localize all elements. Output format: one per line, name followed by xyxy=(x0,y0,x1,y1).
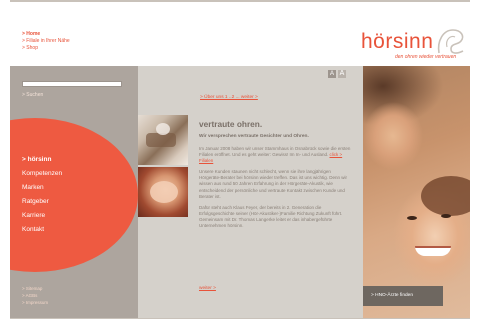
thumbnail-image-face xyxy=(138,167,188,217)
nav-item-ratgeber[interactable]: Ratgeber xyxy=(22,195,62,209)
font-size-large-button[interactable]: A xyxy=(338,70,346,78)
nav-item-kompetenzen[interactable]: Kompetenzen xyxy=(22,167,62,181)
top-rule xyxy=(10,0,470,2)
footer-impressum-link[interactable]: > Impressum xyxy=(22,299,48,306)
paragraph-3: Dafür steht auch Klaus Feyer, der bereit… xyxy=(199,204,343,229)
top-nav: > Home > Filiale in Ihrer Nähe > Shop xyxy=(22,31,70,52)
font-size-small-button[interactable]: A xyxy=(328,70,336,78)
sidebar: > Suchen > hörsinn Kompetenzen Marken Ra… xyxy=(10,66,138,318)
pager-link[interactable]: > Über uns 1 ..2 ... weiter > xyxy=(200,95,258,100)
promo-panel: > HNO-Ärzte finden xyxy=(363,66,470,318)
logo-tagline: den ohren wieder vertrauen xyxy=(395,54,457,60)
couple-photo xyxy=(363,66,470,318)
nav-item-marken[interactable]: Marken xyxy=(22,181,62,195)
logo-ear-mark-icon xyxy=(437,29,464,54)
bottom-rule xyxy=(10,318,470,319)
hno-finder-button[interactable]: > HNO-Ärzte finden xyxy=(363,286,443,306)
content-area: A A > Über uns 1 ..2 ... weiter > vertra… xyxy=(138,66,363,318)
paragraph-1: Im Januar 2008 haben wir unser Stammhaus… xyxy=(199,146,351,164)
footer-sitemap-link[interactable]: > Sitemap xyxy=(22,285,48,292)
footer-nav: > Sitemap > AGBs > Impressum xyxy=(22,285,48,306)
nav-item-hoersinn[interactable]: > hörsinn xyxy=(22,153,62,167)
logo[interactable]: hörsinn den ohren wieder vertrauen xyxy=(355,27,471,61)
article: vertraute ohren. Wir versprechen vertrau… xyxy=(199,119,351,234)
page-subtitle: Wir versprechen vertraute Gesichter und … xyxy=(199,134,309,139)
topnav-home-link[interactable]: > Home xyxy=(22,31,70,38)
nav-item-kontakt[interactable]: Kontakt xyxy=(22,223,62,237)
weiter-link[interactable]: weiter > xyxy=(199,286,216,291)
search-link[interactable]: > Suchen xyxy=(22,92,43,98)
search-input[interactable] xyxy=(22,81,122,87)
paragraph-2: Unsere Kunden staunen nicht schlecht, we… xyxy=(199,169,347,199)
main-nav: > hörsinn Kompetenzen Marken Ratgeber Ka… xyxy=(22,153,62,237)
thumbnail-image-room xyxy=(138,115,188,165)
paragraph-1-text: Im Januar 2008 haben wir unser Stammhaus… xyxy=(199,146,351,158)
topnav-filiale-link[interactable]: > Filiale in Ihrer Nähe xyxy=(22,38,70,45)
topnav-shop-link[interactable]: > Shop xyxy=(22,45,70,52)
footer-agbs-link[interactable]: > AGBs xyxy=(22,292,48,299)
nav-item-karriere[interactable]: Karriere xyxy=(22,209,62,223)
logo-wordmark: hörsinn xyxy=(361,30,434,53)
main-frame: > Suchen > hörsinn Kompetenzen Marken Ra… xyxy=(10,66,470,318)
page-title: vertraute ohren. xyxy=(199,119,263,129)
